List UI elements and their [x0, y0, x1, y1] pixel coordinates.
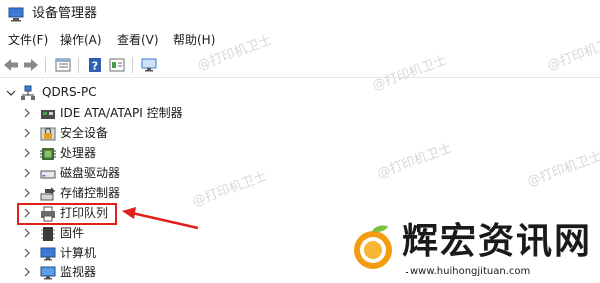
window-title: 设备管理器: [32, 6, 98, 21]
network-computer-icon: [21, 85, 35, 100]
red-arrow-icon: [122, 207, 199, 230]
help-icon[interactable]: ?: [86, 56, 104, 74]
chevron-right-icon[interactable]: [22, 267, 32, 277]
toolbar-separator: [45, 57, 46, 73]
chevron-right-icon[interactable]: [22, 188, 32, 198]
title-bar: 设备管理器: [0, 0, 600, 28]
toolbar-separator: [132, 57, 133, 73]
monitor-scan-icon[interactable]: [140, 56, 158, 74]
chevron-down-icon[interactable]: [6, 88, 16, 98]
logo-text: 辉宏资讯网: [402, 221, 593, 262]
tree-root[interactable]: QDRS-PC: [0, 83, 200, 103]
site-logo: 辉宏资讯网 www.huihongjituan.com: [350, 222, 600, 281]
menu-file[interactable]: 文件(F): [8, 32, 48, 48]
tree-item[interactable]: 磁盘驱动器: [0, 164, 240, 184]
orange-fruit-icon: [354, 225, 392, 269]
storage-controller-icon: [40, 187, 55, 201]
monitor-icon: [40, 266, 56, 280]
logo-divider: [406, 272, 408, 273]
computer-icon: [40, 247, 56, 261]
tree-item[interactable]: 计算机: [0, 244, 240, 264]
tree-item-label: IDE ATA/ATAPI 控制器: [60, 106, 183, 120]
menu-action[interactable]: 操作(A): [60, 32, 102, 48]
chevron-right-icon[interactable]: [22, 168, 32, 178]
tree-item[interactable]: 处理器: [0, 144, 240, 164]
tree-item[interactable]: 监视器: [0, 263, 240, 283]
toolbar-separator: [78, 57, 79, 73]
chevron-right-icon[interactable]: [22, 228, 32, 238]
disk-drive-icon: [40, 170, 56, 179]
firmware-icon: [41, 227, 55, 241]
update-driver-icon[interactable]: [108, 56, 126, 74]
menu-help[interactable]: 帮助(H): [173, 32, 215, 48]
tree-item-label: 处理器: [60, 146, 97, 160]
properties-grid-icon[interactable]: [54, 56, 72, 74]
highlight-box: [17, 203, 117, 225]
tree-item-label: 监视器: [60, 265, 97, 279]
menu-bar: 文件(F) 操作(A) 查看(V) 帮助(H): [0, 30, 600, 50]
watermark: @打印机卫士: [525, 148, 600, 190]
tree-item[interactable]: IDE ATA/ATAPI 控制器: [0, 104, 240, 124]
chevron-right-icon[interactable]: [22, 248, 32, 258]
tree-root-label: QDRS-PC: [42, 85, 97, 99]
tree-item-label: 固件: [60, 226, 85, 240]
tree-item[interactable]: 安全设备: [0, 124, 240, 144]
security-device-icon: [40, 127, 56, 141]
ide-controller-icon: [41, 110, 55, 119]
tree-item-label: 存储控制器: [60, 186, 121, 200]
menu-view[interactable]: 查看(V): [117, 32, 159, 48]
chevron-right-icon[interactable]: [22, 148, 32, 158]
back-arrow-icon[interactable]: [2, 56, 20, 74]
tree-item-label: 安全设备: [60, 126, 109, 140]
toolbar: ?: [0, 53, 600, 78]
chevron-right-icon[interactable]: [22, 108, 32, 118]
forward-arrow-icon[interactable]: [22, 56, 40, 74]
svg-text:?: ?: [92, 60, 98, 73]
watermark: @打印机卫士: [375, 140, 454, 182]
processor-icon: [40, 148, 56, 160]
tree-item-label: 磁盘驱动器: [60, 166, 121, 180]
logo-url: www.huihongjituan.com: [410, 266, 531, 277]
tree-item-label: 计算机: [60, 246, 97, 260]
device-manager-icon: [8, 7, 24, 22]
chevron-right-icon[interactable]: [22, 128, 32, 138]
